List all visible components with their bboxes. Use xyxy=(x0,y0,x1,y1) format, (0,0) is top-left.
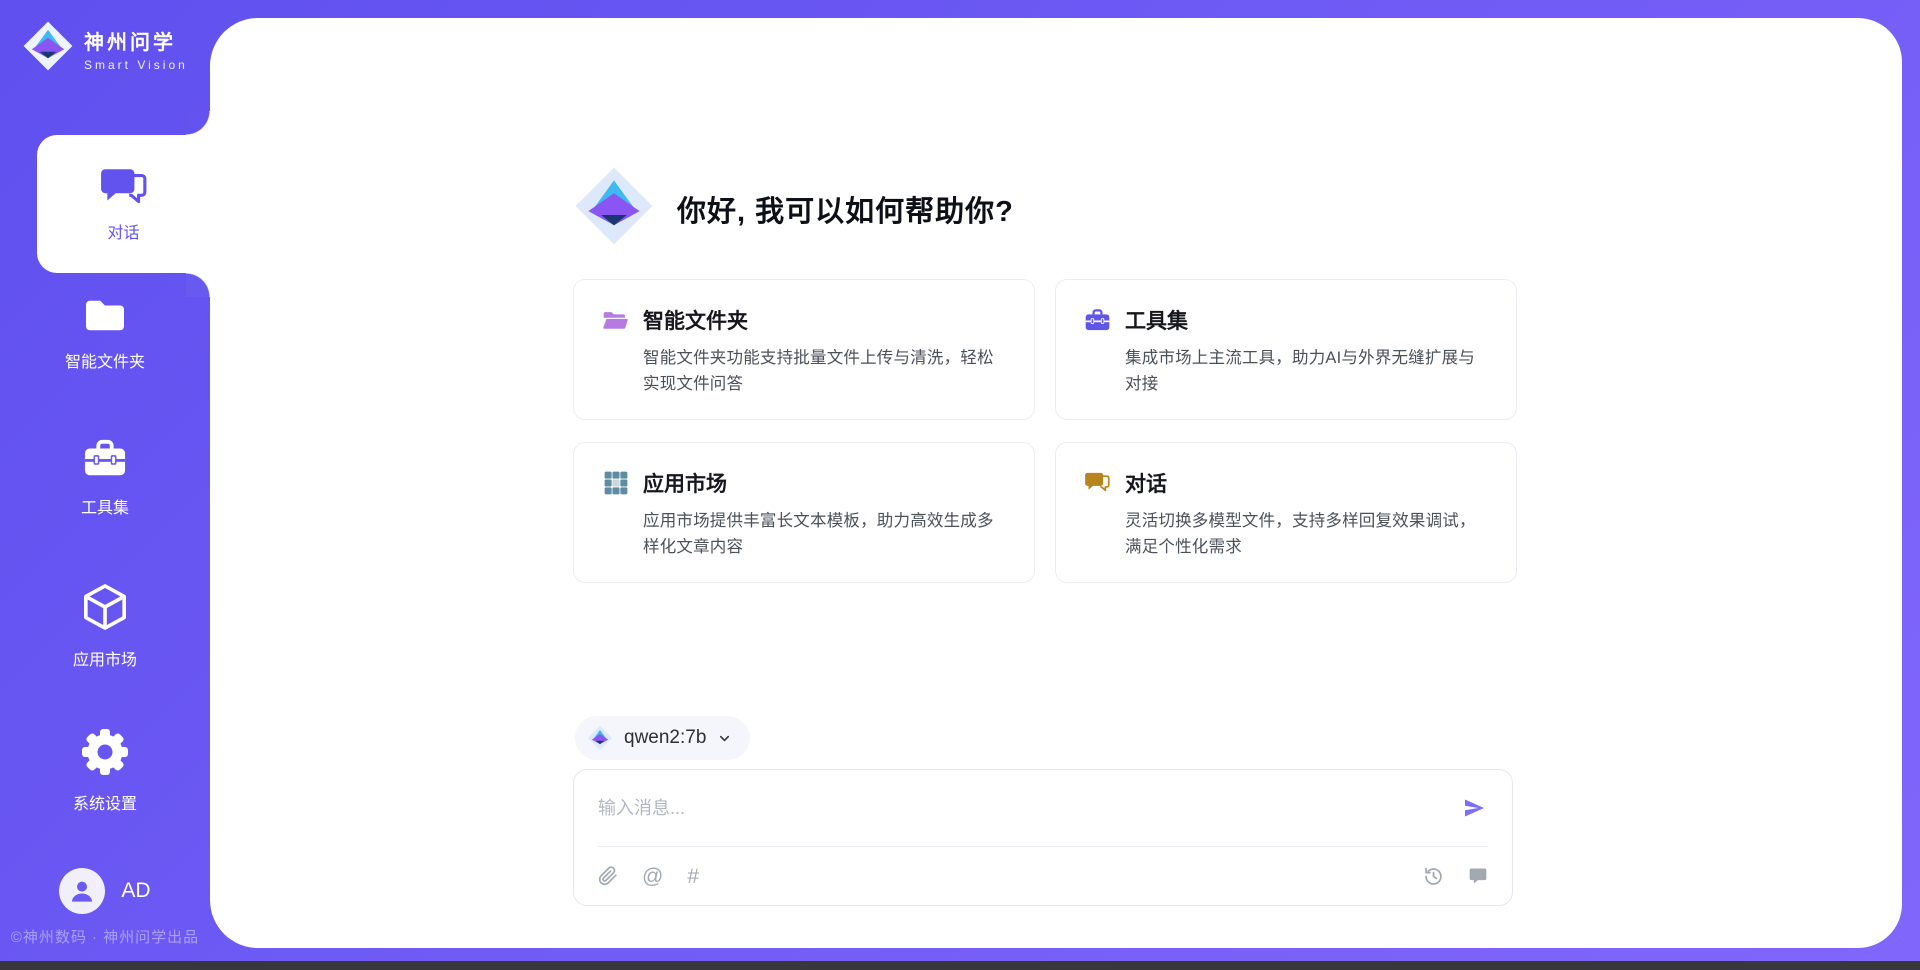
sidebar: 神州问学 Smart Vision 对话 智能文件夹 xyxy=(0,0,210,970)
briefcase-icon xyxy=(1084,307,1111,334)
user-profile[interactable]: AD xyxy=(0,868,210,914)
message-input[interactable] xyxy=(598,798,1446,819)
gear-icon xyxy=(81,728,129,781)
brand: 神州问学 Smart Vision xyxy=(22,20,188,77)
card-app-market[interactable]: 应用市场 应用市场提供丰富长文本模板，助力高效生成多样化文章内容 xyxy=(573,442,1035,583)
mention-icon[interactable]: @ xyxy=(642,866,663,887)
sidebar-item-label: 智能文件夹 xyxy=(65,348,145,372)
greeting-text: 你好, 我可以如何帮助你? xyxy=(677,188,1014,230)
main-panel: 你好, 我可以如何帮助你? 智能文件夹 智能文件夹功能支持批量文件上传与清洗，轻… xyxy=(210,18,1902,948)
avatar xyxy=(59,868,105,914)
chat-icon xyxy=(1084,470,1111,497)
user-name: AD xyxy=(121,879,150,903)
send-button[interactable] xyxy=(1460,794,1488,822)
chevron-down-icon xyxy=(717,731,732,746)
attachment-icon[interactable] xyxy=(598,866,618,886)
card-title: 智能文件夹 xyxy=(643,305,748,335)
sidebar-item-label: 应用市场 xyxy=(73,646,137,670)
composer-tools-left: @ # xyxy=(598,866,699,887)
card-description: 集成市场上主流工具，助力AI与外界无缝扩展与对接 xyxy=(1125,345,1488,397)
chat-icon xyxy=(99,166,149,210)
card-toolbox[interactable]: 工具集 集成市场上主流工具，助力AI与外界无缝扩展与对接 xyxy=(1055,279,1517,420)
grid-icon xyxy=(602,470,629,497)
hashtag-icon[interactable]: # xyxy=(687,866,699,887)
brand-logo-icon xyxy=(22,20,74,77)
message-composer: @ # xyxy=(573,769,1513,906)
sidebar-item-label: 系统设置 xyxy=(73,790,137,814)
sidebar-item-settings[interactable]: 系统设置 xyxy=(0,728,210,814)
greeting: 你好, 我可以如何帮助你? xyxy=(573,165,1014,252)
folder-open-icon xyxy=(602,307,629,334)
sidebar-item-chat[interactable]: 对话 xyxy=(37,135,210,273)
history-icon[interactable] xyxy=(1423,866,1444,887)
sidebar-item-label: 工具集 xyxy=(81,494,129,518)
sidebar-item-label: 对话 xyxy=(107,219,139,243)
assistant-logo-icon xyxy=(573,165,655,252)
card-description: 智能文件夹功能支持批量文件上传与清洗，轻松实现文件问答 xyxy=(643,345,1006,397)
card-chat[interactable]: 对话 灵活切换多模型文件，支持多样回复效果调试，满足个性化需求 xyxy=(1055,442,1517,583)
cube-icon xyxy=(82,582,128,637)
card-title: 应用市场 xyxy=(643,468,727,498)
sidebar-item-toolbox[interactable]: 工具集 xyxy=(0,438,210,518)
composer-tools-right xyxy=(1423,866,1488,887)
card-title: 工具集 xyxy=(1125,305,1188,335)
window-bottom-edge xyxy=(0,961,1920,970)
sidebar-item-market[interactable]: 应用市场 xyxy=(0,582,210,670)
card-description: 应用市场提供丰富长文本模板，助力高效生成多样化文章内容 xyxy=(643,508,1006,560)
card-smart-folder[interactable]: 智能文件夹 智能文件夹功能支持批量文件上传与清洗，轻松实现文件问答 xyxy=(573,279,1035,420)
folder-icon xyxy=(82,296,128,339)
model-name: qwen2:7b xyxy=(624,727,706,749)
brand-name: 神州问学 xyxy=(84,26,188,55)
card-description: 灵活切换多模型文件，支持多样回复效果调试，满足个性化需求 xyxy=(1125,508,1488,560)
toolbox-icon xyxy=(82,438,128,485)
card-title: 对话 xyxy=(1125,468,1167,498)
feature-cards: 智能文件夹 智能文件夹功能支持批量文件上传与清洗，轻松实现文件问答 xyxy=(573,279,1517,583)
sidebar-item-folders[interactable]: 智能文件夹 xyxy=(0,296,210,372)
model-selector[interactable]: qwen2:7b xyxy=(575,716,750,760)
feedback-chat-icon[interactable] xyxy=(1468,866,1488,886)
model-logo-icon xyxy=(587,725,613,751)
brand-subtitle: Smart Vision xyxy=(84,58,188,72)
copyright: ©神州数码 · 神州问学出品 xyxy=(0,926,210,947)
